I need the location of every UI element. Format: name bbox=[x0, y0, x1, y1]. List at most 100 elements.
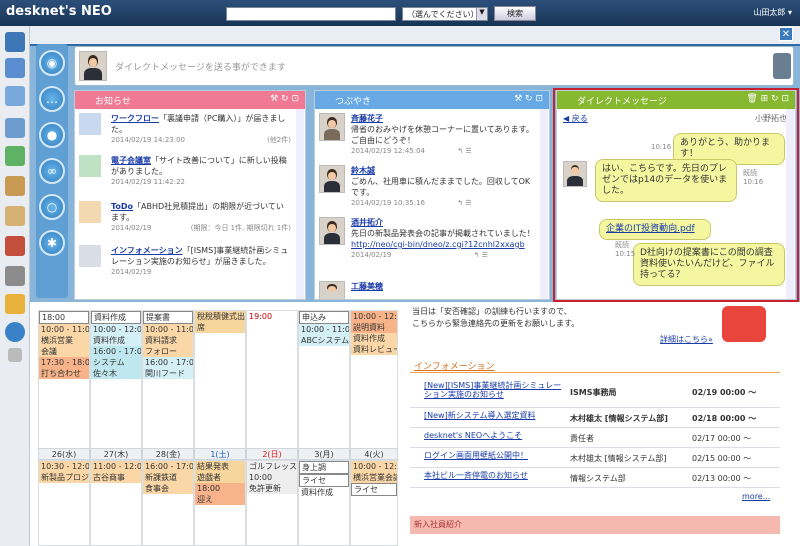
calendar-day[interactable]: ゴルフレッスン 10:00 免許更新 bbox=[246, 460, 298, 546]
details-link[interactable]: 詳細はこちら» bbox=[660, 334, 713, 345]
event-title[interactable]: 資料作成 bbox=[91, 311, 141, 324]
scrollbar[interactable] bbox=[296, 109, 304, 299]
event-time[interactable]: 16:00 - 17:00 bbox=[143, 357, 193, 368]
tweet-item[interactable]: 鈴木誠 ごめん、社用車に積んだままでした。回収してOKです。 2014/02/19… bbox=[319, 165, 537, 209]
event-title[interactable]: 身上調 bbox=[299, 461, 349, 474]
information-title[interactable]: インフォメーション bbox=[410, 357, 780, 373]
event-title[interactable]: 新課鉄道 bbox=[143, 472, 193, 483]
event-title[interactable]: 迎え bbox=[195, 494, 245, 505]
event-title[interactable]: 資料請求 bbox=[143, 335, 193, 346]
event-time[interactable]: 16:00 - 17:00 bbox=[91, 346, 141, 357]
event-title[interactable]: 申込み bbox=[299, 311, 349, 324]
send-message-icon[interactable] bbox=[773, 53, 791, 79]
app-logo[interactable]: desknet's NEO bbox=[6, 4, 112, 19]
event-title[interactable]: ライセ bbox=[351, 483, 397, 496]
gear-icon[interactable]: ✱ bbox=[39, 230, 65, 256]
event-title[interactable]: 資料作成 bbox=[91, 335, 141, 346]
tweet-item[interactable]: 工藤美穂 bbox=[319, 281, 537, 299]
tweet-author[interactable]: 工藤美穂 bbox=[351, 282, 383, 291]
refresh-icon[interactable] bbox=[5, 146, 25, 166]
event-title[interactable]: 稅稅積健式出 bbox=[195, 311, 245, 322]
event-time[interactable]: 10:00 bbox=[247, 472, 297, 483]
event-time[interactable]: 17:30 - 18:00 bbox=[39, 357, 89, 368]
document-icon[interactable] bbox=[5, 206, 25, 226]
information-link[interactable]: 本社ビル一斉停電のお知らせ bbox=[424, 471, 568, 480]
event-title[interactable]: 佐々木 bbox=[91, 368, 141, 379]
event-time[interactable]: 18:00 bbox=[195, 483, 245, 494]
person-icon[interactable]: ● bbox=[39, 122, 65, 148]
information-link[interactable]: [New]新システム導入選定資料 bbox=[424, 411, 568, 420]
information-row[interactable]: ログイン画面用壁紙公開中！ 木村雄太 [情報システム部] 02/15 00:00… bbox=[410, 448, 780, 468]
folder-icon[interactable] bbox=[5, 266, 25, 286]
event-title[interactable]: 打ち合わせ bbox=[39, 368, 89, 379]
notice-item[interactable]: 電子会議室「サイト改善について」に新しい投稿がありました。 2014/02/19… bbox=[79, 155, 297, 188]
event-title[interactable]: ゴルフレッスン bbox=[247, 461, 297, 472]
event-title[interactable]: フォロー bbox=[143, 346, 193, 357]
information-row[interactable]: [New]新システム導入選定資料 木村雄太 [情報システム部] 02/18 00… bbox=[410, 408, 780, 428]
broadcast-icon[interactable]: ◉ bbox=[39, 50, 65, 76]
event-time[interactable]: 10:00 - 12:00 bbox=[351, 311, 397, 322]
help-icon[interactable] bbox=[5, 322, 25, 342]
more-link[interactable]: more... bbox=[742, 492, 770, 501]
calendar-day[interactable]: 11:00 - 12:00 古谷商事 bbox=[90, 460, 142, 546]
calendar-day[interactable]: 提案書 10:00 - 11:00 資料請求 フォロー 16:00 - 17:0… bbox=[142, 310, 194, 458]
books-icon[interactable] bbox=[5, 236, 25, 256]
notice-item[interactable]: ワークフロー「裏議申請（PC購入）」が届きました。 2014/02/19 14:… bbox=[79, 113, 297, 146]
chart-icon[interactable] bbox=[5, 118, 25, 138]
notice-item[interactable]: インフォメーション「[ISMS]事業継続計画シミュレーション実施のお知らせ」が届… bbox=[79, 245, 297, 278]
scrollbar[interactable] bbox=[540, 109, 548, 299]
search-icon[interactable]: ○ bbox=[39, 194, 65, 220]
tweet-item[interactable]: 酒井拓介 先日の新製品発表会の記事が掲載されていました！ http://neo/cg… bbox=[319, 217, 537, 261]
calendar-icon[interactable] bbox=[5, 58, 25, 78]
event-title[interactable]: 免許更新 bbox=[247, 483, 297, 494]
notice-item[interactable]: ToDo「ABHD社見積提出」の期限が近づいています。 2014/02/19 (期… bbox=[79, 201, 297, 234]
calendar-day[interactable]: 申込み 10:00 - 11:00 ABCシステム bbox=[298, 310, 350, 458]
information-link[interactable]: desknet's NEOへようこそ bbox=[424, 431, 568, 440]
calendar-day[interactable]: 資料作成 10:00 - 12:00 資料作成 16:00 - 17:00 シス… bbox=[90, 310, 142, 458]
information-row[interactable]: desknet's NEOへようこそ 責任者 02/17 00:00 ～ bbox=[410, 428, 780, 448]
information-link[interactable]: [New][ISMS]事業継続計画シミュレーション実施のお知らせ bbox=[424, 381, 568, 399]
clipboard-icon[interactable] bbox=[5, 176, 25, 196]
event-title[interactable]: 関川フード bbox=[143, 368, 193, 379]
panel-tools-icon[interactable]: ⚒ ↻ ⊡ bbox=[514, 94, 543, 104]
event-time[interactable]: 10:00 - 12:00 bbox=[351, 461, 397, 472]
text-size-icon[interactable] bbox=[8, 348, 22, 362]
event-title[interactable]: ライセ bbox=[299, 474, 349, 487]
event-time[interactable]: 11:00 - 12:00 bbox=[91, 461, 141, 472]
reply-icon[interactable]: ↰ ☰ bbox=[474, 251, 488, 259]
reply-icon[interactable]: ↰ ☰ bbox=[457, 199, 471, 207]
calendar-day[interactable]: 結果発表 遊戯者 18:00 迎え bbox=[194, 460, 246, 546]
calendar-day[interactable]: 10:00 - 12:00 横浜営業会議 ライセ bbox=[350, 460, 398, 546]
notice-link[interactable]: インフォメーション bbox=[111, 246, 183, 255]
calendar-day[interactable]: 稅稅積健式出 席 bbox=[194, 310, 246, 458]
event-title[interactable]: 資料作成 bbox=[351, 333, 397, 344]
calendar-day[interactable]: 16:00 - 17:00 新課鉄道 食事会 bbox=[142, 460, 194, 546]
event-title[interactable]: 結果発表 bbox=[195, 461, 245, 472]
user-menu[interactable]: 山田太郎 ▾ bbox=[753, 7, 792, 18]
event-time[interactable]: 19:00 bbox=[247, 311, 297, 322]
calendar-day[interactable]: 10:00 - 12:00 説明資料 資料作成 資料レビュー bbox=[350, 310, 398, 458]
event-title[interactable]: 新製品プロジェクト bbox=[39, 472, 89, 483]
information-row[interactable]: [New][ISMS]事業継続計画シミュレーション実施のお知らせ ISMS事務局… bbox=[410, 378, 780, 408]
mail-icon[interactable] bbox=[5, 86, 25, 106]
event-title[interactable]: 横浜営業 bbox=[39, 335, 89, 346]
information-row[interactable]: 本社ビル一斉停電のお知らせ 情報システム部 02/13 00:00 ～ bbox=[410, 468, 780, 488]
chat-bubble-icon[interactable]: … bbox=[39, 86, 65, 112]
event-title[interactable]: 席 bbox=[195, 322, 245, 333]
event-time[interactable]: 10:30 - 12:00 bbox=[39, 461, 89, 472]
event-title[interactable]: 会議 bbox=[39, 346, 89, 357]
notice-link[interactable]: 電子会議室 bbox=[111, 156, 151, 165]
event-time[interactable]: 10:00 - 12:00 bbox=[91, 324, 141, 335]
event-time[interactable]: 10:00 - 11:00 bbox=[299, 324, 349, 335]
event-time[interactable]: 10:00 - 11:00 bbox=[143, 324, 193, 335]
event-title[interactable]: ABCシステム bbox=[299, 335, 349, 346]
event-title[interactable]: システム bbox=[91, 357, 141, 368]
tweet-author[interactable]: 鈴木誠 bbox=[351, 166, 375, 175]
calendar-day[interactable]: 18:00 10:00 - 11:00 横浜営業 会議 17:30 - 18:0… bbox=[38, 310, 90, 458]
tweet-author[interactable]: 斉藤花子 bbox=[351, 114, 383, 123]
close-icon[interactable]: ✕ bbox=[779, 27, 793, 41]
tweet-item[interactable]: 斉藤花子 帰省のおみやげを休憩コーナーに置いてあります。ご自由にどうぞ！ 2014… bbox=[319, 113, 537, 157]
reply-icon[interactable]: ↰ ☰ bbox=[457, 147, 471, 155]
calendar-day[interactable]: 身上調 ライセ 資料作成 bbox=[298, 460, 350, 546]
notice-link[interactable]: ワークフロー bbox=[111, 114, 159, 123]
